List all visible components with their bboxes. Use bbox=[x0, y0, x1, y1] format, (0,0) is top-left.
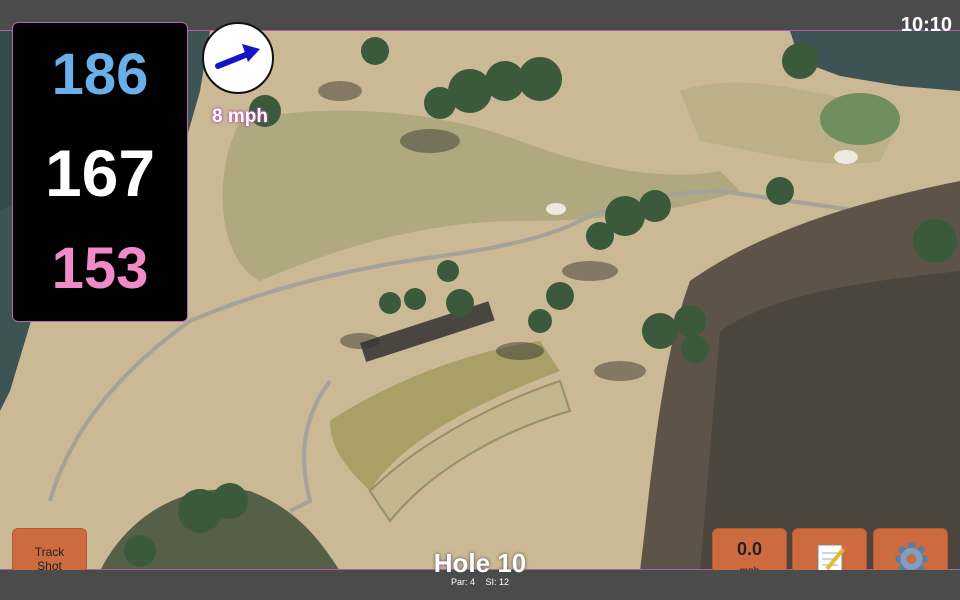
wind-speed: 8 mph bbox=[212, 106, 268, 127]
hole-title: Hole 10 bbox=[433, 548, 527, 578]
track-shot-label: Track Shot bbox=[34, 545, 65, 573]
speed-value: 0.0 bbox=[736, 539, 763, 559]
center-distance: 167 bbox=[44, 136, 156, 210]
front-distance: 153 bbox=[51, 236, 149, 301]
hole-info: Par: 4 SI: 12 bbox=[380, 577, 580, 587]
clock: 10:10 bbox=[900, 14, 952, 36]
wind-indicator bbox=[202, 22, 274, 94]
hole-par: Par: 4 bbox=[450, 577, 475, 587]
back-distance: 186 bbox=[51, 42, 149, 107]
distance-panel: 186 167 153 bbox=[12, 22, 188, 322]
wind-arrow-icon bbox=[215, 44, 260, 69]
hole-stroke-index: SI: 12 bbox=[485, 577, 510, 587]
